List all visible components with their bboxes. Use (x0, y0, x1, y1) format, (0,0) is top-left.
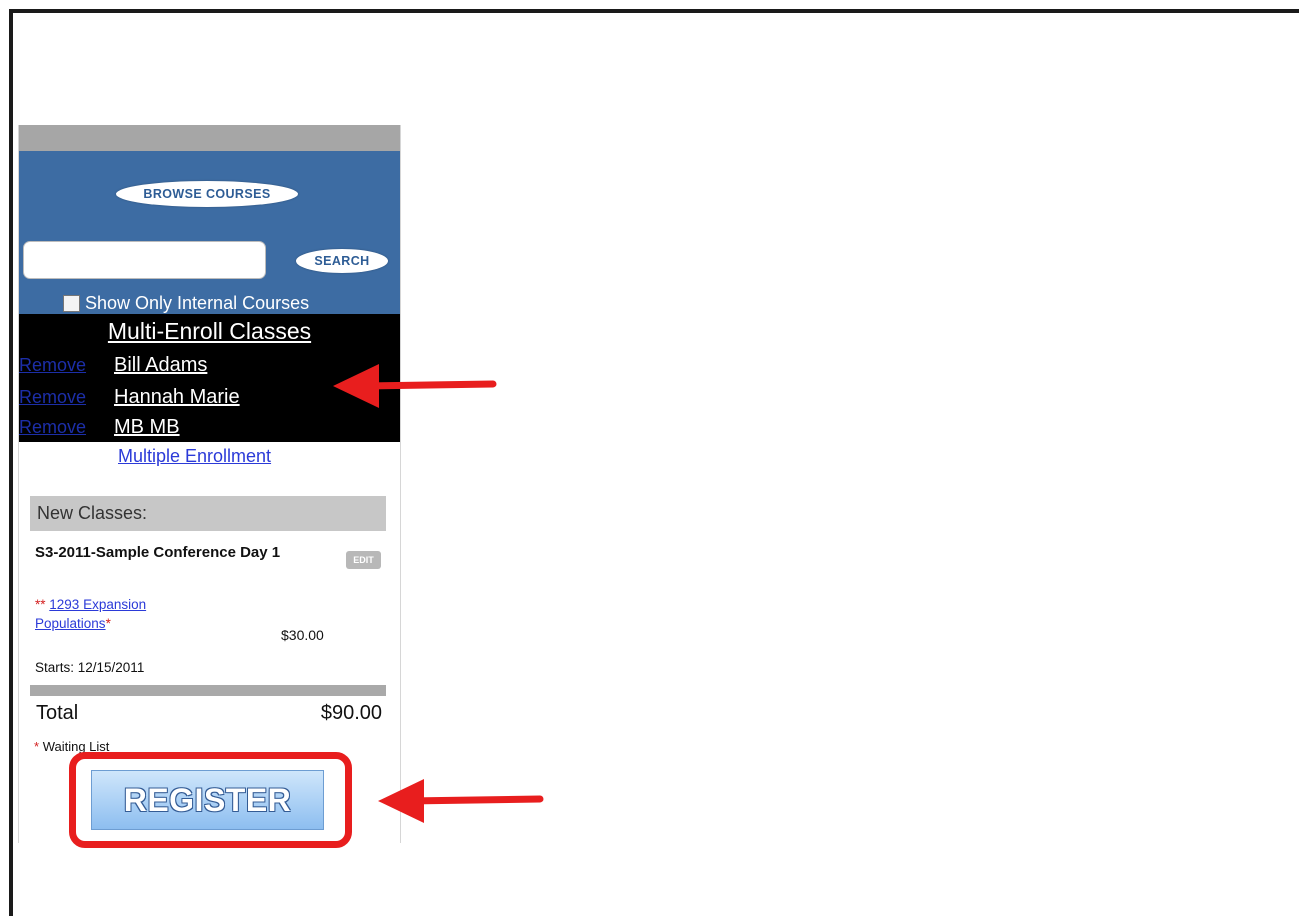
waiting-marker: * (34, 739, 40, 754)
remove-link[interactable]: Remove (19, 417, 114, 438)
session-price: $30.00 (281, 627, 324, 643)
search-panel: BROWSE COURSES SEARCH Show Only Internal… (19, 151, 400, 314)
arrow-icon (333, 364, 497, 408)
arrow-icon (378, 779, 544, 823)
session-link[interactable]: 1293 Expansion Populations (35, 597, 146, 631)
course-widget: BROWSE COURSES SEARCH Show Only Internal… (18, 125, 401, 848)
enrollee-name[interactable]: MB MB (114, 416, 180, 439)
remove-link[interactable]: Remove (19, 387, 114, 408)
multi-enroll-title[interactable]: Multi-Enroll Classes (19, 318, 400, 345)
edit-button[interactable]: EDIT (346, 551, 381, 569)
internal-courses-label: Show Only Internal Courses (85, 293, 310, 313)
required-marker: ** (35, 597, 46, 612)
enrollee-row: Remove Hannah Marie (19, 382, 240, 412)
multiple-enrollment-link[interactable]: Multiple Enrollment (118, 446, 271, 467)
search-input[interactable] (23, 241, 266, 279)
course-title: S3-2011-Sample Conference Day 1 (35, 544, 281, 561)
search-button[interactable]: SEARCH (296, 249, 388, 273)
enrollee-name[interactable]: Hannah Marie (114, 386, 240, 409)
new-classes-header: New Classes: (30, 496, 386, 531)
total-divider (30, 685, 386, 696)
browse-courses-button[interactable]: BROWSE COURSES (116, 181, 298, 207)
internal-courses-checkbox[interactable] (63, 295, 80, 312)
session-item: ** 1293 Expansion Populations* (35, 595, 225, 633)
enrollee-name[interactable]: Bill Adams (114, 354, 207, 377)
internal-courses-filter[interactable]: Show Only Internal Courses (63, 293, 309, 314)
enrollee-row: Remove Bill Adams (19, 350, 207, 380)
waitlist-marker: * (105, 616, 111, 631)
start-date: Starts: 12/15/2011 (35, 660, 145, 675)
total-label: Total (36, 702, 79, 724)
remove-link[interactable]: Remove (19, 355, 114, 376)
enrollee-row: Remove MB MB (19, 412, 180, 442)
register-highlight (69, 752, 352, 848)
total-value: $90.00 (320, 702, 382, 724)
widget-top-bar (19, 125, 400, 151)
